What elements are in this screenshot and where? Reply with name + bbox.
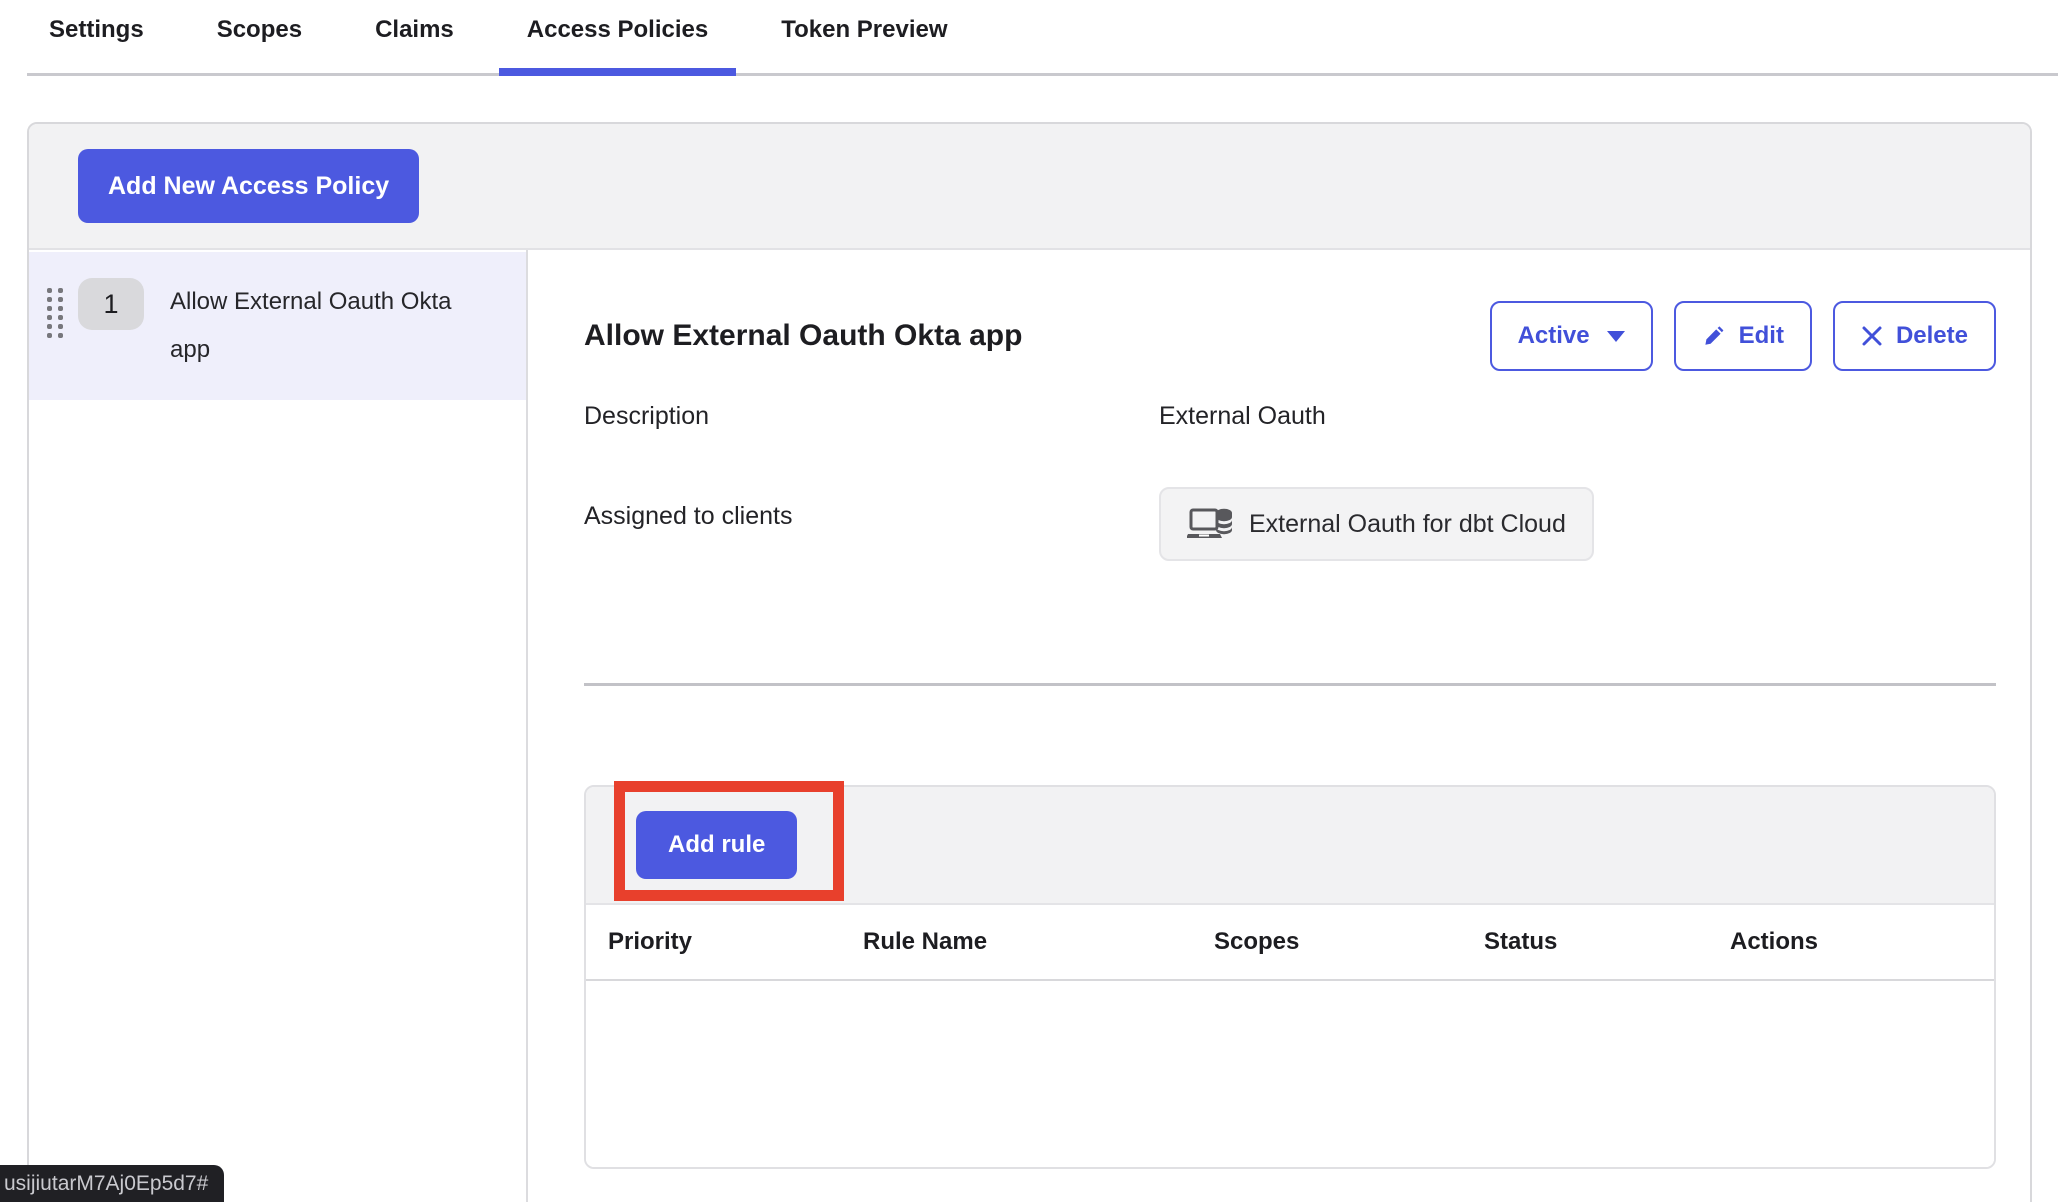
- tab-token-preview[interactable]: Token Preview: [781, 0, 947, 76]
- tab-bar: Settings Scopes Claims Access Policies T…: [0, 0, 2058, 76]
- link-preview-tooltip: usijiutarM7Aj0Ep5d7#: [0, 1165, 224, 1202]
- policy-detail-header: Allow External Oauth Okta app Active Edi…: [584, 300, 1996, 372]
- rules-header: Add rule: [586, 787, 1994, 903]
- column-header-status: Status: [1484, 928, 1730, 956]
- rules-card: Add rule Priority Rule Name Scopes Statu…: [584, 785, 1996, 1169]
- column-header-actions: Actions: [1730, 928, 1994, 956]
- tab-claims[interactable]: Claims: [375, 0, 454, 76]
- policy-info: Description External Oauth Assigned to c…: [584, 402, 1996, 561]
- rules-table-header: Priority Rule Name Scopes Status Actions: [586, 903, 1994, 981]
- close-icon: [1861, 325, 1883, 347]
- assigned-to-clients-label: Assigned to clients: [584, 487, 1159, 531]
- description-value: External Oauth: [1159, 402, 1594, 431]
- chevron-down-icon: [1607, 331, 1625, 342]
- column-header-scopes: Scopes: [1214, 928, 1484, 956]
- policy-list-sidebar: 1 Allow External Oauth Okta app: [29, 250, 528, 1202]
- section-divider: [584, 683, 1996, 686]
- pencil-icon: [1702, 324, 1726, 348]
- edit-button[interactable]: Edit: [1674, 301, 1812, 371]
- delete-button[interactable]: Delete: [1833, 301, 1996, 371]
- assigned-client-chip-label: External Oauth for dbt Cloud: [1249, 510, 1566, 539]
- access-policies-panel: Add New Access Policy 1 Allow External O…: [27, 122, 2032, 1202]
- policy-list-item[interactable]: 1 Allow External Oauth Okta app: [29, 252, 526, 400]
- rules-table-body: [586, 981, 1994, 1167]
- delete-button-label: Delete: [1896, 322, 1968, 350]
- status-dropdown-label: Active: [1518, 322, 1590, 350]
- add-new-access-policy-button[interactable]: Add New Access Policy: [78, 149, 419, 223]
- add-rule-button[interactable]: Add rule: [636, 811, 797, 879]
- status-dropdown-button[interactable]: Active: [1490, 301, 1653, 371]
- link-preview-text: usijiutarM7Aj0Ep5d7#: [4, 1172, 208, 1196]
- column-header-rule-name: Rule Name: [863, 928, 1214, 956]
- tab-settings[interactable]: Settings: [49, 0, 144, 76]
- panel-body: 1 Allow External Oauth Okta app Allow Ex…: [29, 250, 2030, 1202]
- panel-header: Add New Access Policy: [29, 124, 2030, 250]
- policy-priority-badge: 1: [78, 278, 144, 330]
- client-app-icon: [1187, 504, 1233, 544]
- tab-scopes[interactable]: Scopes: [217, 0, 302, 76]
- policy-title: Allow External Oauth Okta app: [584, 319, 1022, 353]
- page: Settings Scopes Claims Access Policies T…: [0, 0, 2058, 1202]
- edit-button-label: Edit: [1739, 322, 1784, 350]
- description-label: Description: [584, 402, 1159, 431]
- policy-actions: Active Edit: [1490, 301, 1996, 371]
- policy-name-label: Allow External Oauth Okta app: [170, 278, 480, 374]
- assigned-client-chip[interactable]: External Oauth for dbt Cloud: [1159, 487, 1594, 561]
- column-header-priority: Priority: [608, 928, 863, 956]
- policy-detail: Allow External Oauth Okta app Active Edi…: [528, 250, 2030, 1202]
- drag-handle-icon[interactable]: [47, 288, 63, 338]
- tab-access-policies[interactable]: Access Policies: [527, 0, 708, 76]
